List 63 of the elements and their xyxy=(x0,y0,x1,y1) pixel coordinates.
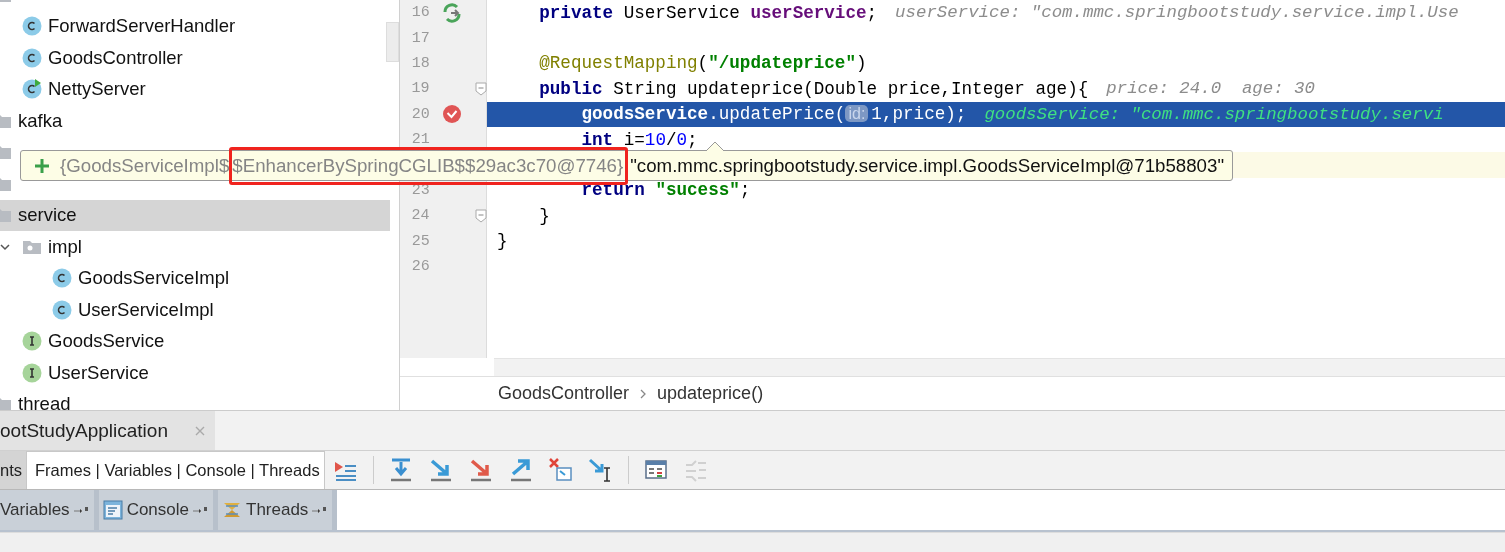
object-type-text: {GoodsServiceImpl$ xyxy=(60,154,230,177)
chevron-right-icon xyxy=(639,387,648,400)
tree-label: UserService xyxy=(48,361,149,384)
code-line: private UserService userService; xyxy=(538,2,878,23)
line-number: 25 xyxy=(411,232,430,250)
code-line: return "sucess"; xyxy=(580,180,751,201)
interface-icon xyxy=(22,362,42,383)
line-number: 16 xyxy=(411,4,430,22)
code-line: int i=10/0; xyxy=(580,129,698,150)
tree-label: UserServiceImpl xyxy=(78,298,214,321)
code-line: goodsService.updatePrice( id: 1,price); xyxy=(580,104,967,125)
debug-value-hint: goodsService: "com.mmc.springbootstudy.servi xyxy=(984,104,1444,124)
panel-tab[interactable]: Variables xyxy=(0,490,99,530)
pin-arrow-icon[interactable] xyxy=(193,506,207,514)
chevron-down-icon[interactable] xyxy=(0,241,10,252)
session-tab[interactable]: ootStudyApplication xyxy=(0,411,215,450)
line-number: 21 xyxy=(411,131,430,149)
debugger-tab[interactable]: nts xyxy=(0,451,26,489)
line-number: 24 xyxy=(411,207,430,225)
tree-label: ForwardServerHandler xyxy=(48,15,236,38)
line-number: 18 xyxy=(411,54,430,72)
code-line: @RequestMapping("/updateprice") xyxy=(538,53,867,74)
tree-label: thread xyxy=(18,393,71,410)
dropframe-button[interactable] xyxy=(547,457,574,483)
debugger-tab[interactable]: Frames | Variables | Console | Threads xyxy=(26,451,325,489)
expand-plus-icon[interactable] xyxy=(34,157,50,174)
breadcrumb-item[interactable]: GoodsController xyxy=(498,383,630,404)
tree-label: service xyxy=(18,204,77,227)
selected-tree-row[interactable]: service xyxy=(0,199,390,231)
panel-tab[interactable]: Console xyxy=(98,490,218,530)
code-line: public String updateprice(Double price,Integer age){ xyxy=(538,78,1089,99)
class-icon xyxy=(52,299,72,320)
debug-value-hint: userService: "com.mmc.springbootstudy.service.impl.Use xyxy=(895,3,1459,23)
class-icon xyxy=(22,16,42,37)
class-icon xyxy=(22,47,42,68)
override-icon[interactable] xyxy=(442,2,463,23)
debug-value-hint: price: 24.0 age: 30 xyxy=(1106,79,1315,99)
horizontal-scrollbar[interactable] xyxy=(494,358,1505,376)
object-value-text: "com.mmc.springbootstudy.service.impl.GoodsServiceImpl@71b58803" xyxy=(630,154,1225,177)
class-icon xyxy=(52,268,72,289)
tree-label: NettyServer xyxy=(48,78,146,101)
console-icon xyxy=(102,500,123,520)
breadcrumb-item[interactable]: updateprice() xyxy=(657,383,764,404)
line-number: 19 xyxy=(411,80,430,98)
pin-arrow-icon[interactable] xyxy=(312,506,327,514)
tree-label: GoodsServiceImpl xyxy=(78,267,230,290)
scrollbar-thumb[interactable] xyxy=(386,22,399,62)
breakpoint-icon[interactable] xyxy=(442,104,463,125)
code-line: } xyxy=(538,205,550,226)
code-line: } xyxy=(497,231,508,252)
tree-label: GoodsService xyxy=(48,330,165,353)
tree-label: impl xyxy=(48,235,82,258)
pin-arrow-icon[interactable] xyxy=(73,506,88,514)
threads-icon xyxy=(222,500,242,520)
tree-label: GoodsController xyxy=(48,46,183,69)
interface-icon xyxy=(22,331,42,352)
tree-label: kafka xyxy=(18,109,63,132)
line-number: 17 xyxy=(411,29,430,47)
panel-tab[interactable]: Threads xyxy=(218,490,338,530)
line-number: 20 xyxy=(411,105,430,123)
runnable-class-icon xyxy=(22,79,42,100)
line-number: 26 xyxy=(411,258,430,276)
highlighted-type-text: $EnhancerBySpringCGLIB$$29ac3c70@7746} xyxy=(232,154,624,177)
